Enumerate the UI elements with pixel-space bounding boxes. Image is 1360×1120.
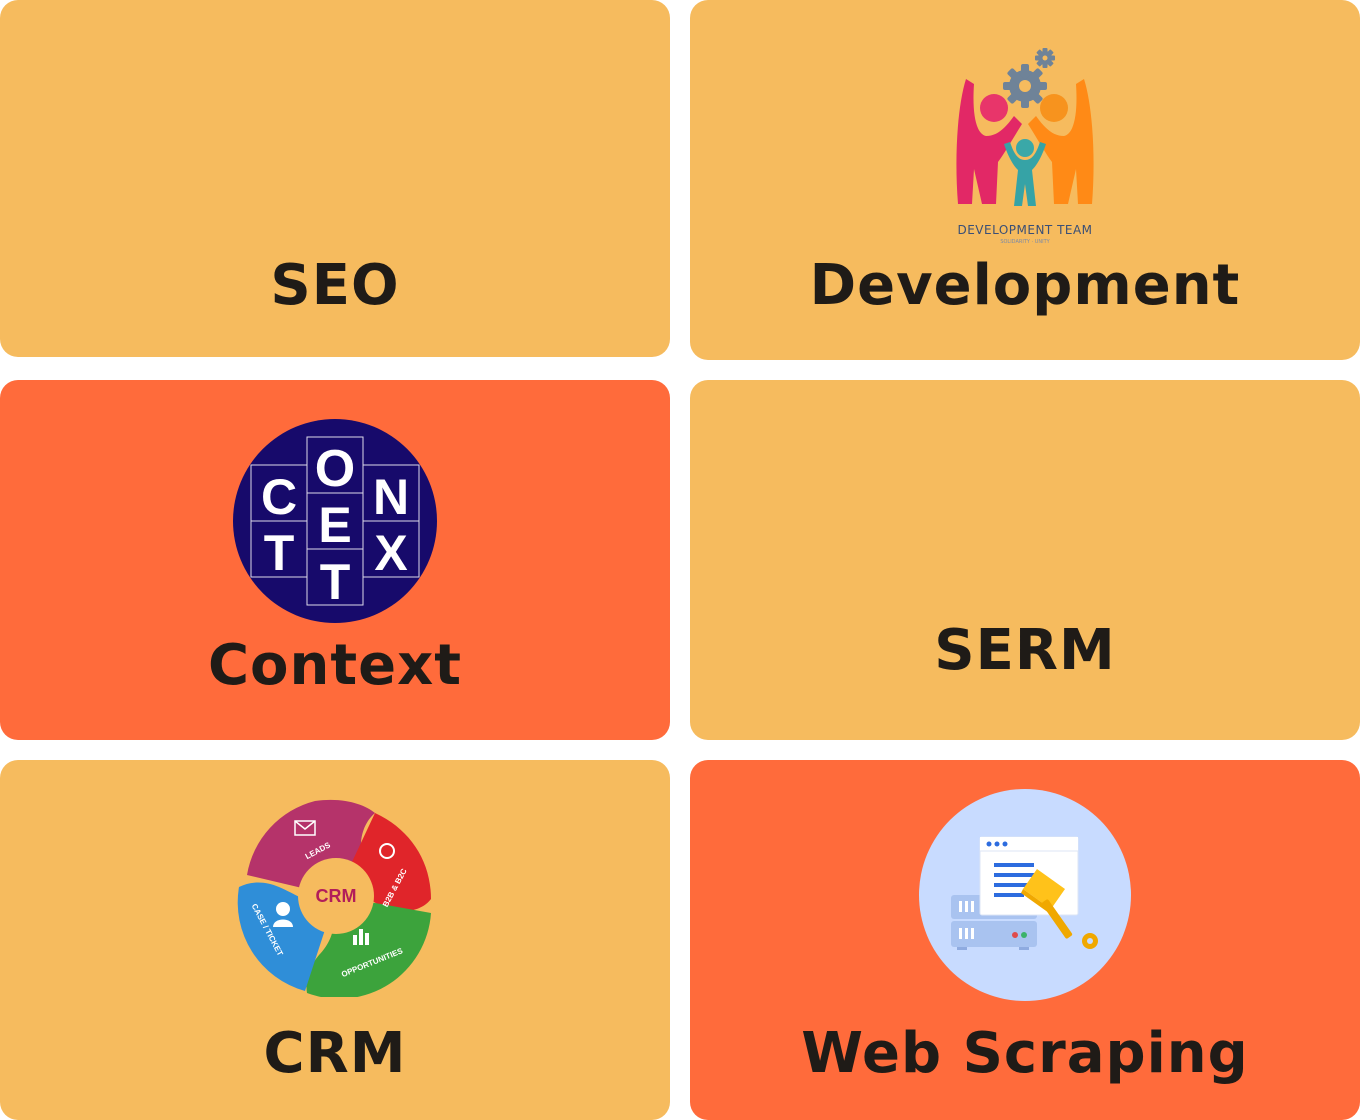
- service-card-development[interactable]: DEVELOPMENT TEAM SOLIDARITY · UNITY Deve…: [690, 0, 1360, 360]
- development-team-icon: DEVELOPMENT TEAM SOLIDARITY · UNITY: [952, 44, 1098, 249]
- context-letter-t1: T: [264, 525, 295, 581]
- card-title-development: Development: [809, 253, 1241, 318]
- web-scraping-icon: [919, 789, 1131, 1001]
- context-letter-x: X: [374, 525, 407, 581]
- card-title-serm: SERM: [934, 618, 1116, 683]
- card-title-seo: SEO: [270, 253, 400, 318]
- context-letter-e: E: [318, 497, 351, 553]
- service-card-seo[interactable]: SEO: [0, 0, 670, 357]
- crm-logo-center: CRM: [316, 886, 357, 906]
- card-title-web-scraping: Web Scraping: [801, 1021, 1249, 1086]
- crm-cycle-icon: CRM LEADS B2B & B2C OPPORTUNITIES CASE /…: [235, 795, 437, 997]
- context-letter-t2: T: [320, 554, 351, 610]
- card-title-crm: CRM: [263, 1021, 407, 1086]
- service-card-context[interactable]: C O N T E X T Context: [0, 380, 670, 740]
- development-logo-caption: DEVELOPMENT TEAM: [957, 223, 1092, 237]
- service-card-crm[interactable]: CRM LEADS B2B & B2C OPPORTUNITIES CASE /…: [0, 760, 670, 1120]
- context-letter-o: O: [315, 440, 355, 498]
- service-card-web-scraping[interactable]: Web Scraping: [690, 760, 1360, 1120]
- context-logo-icon: C O N T E X T: [233, 419, 437, 623]
- context-letter-n: N: [373, 469, 409, 525]
- context-letter-c: C: [261, 469, 297, 525]
- card-title-context: Context: [207, 633, 463, 698]
- development-logo-subcaption: SOLIDARITY · UNITY: [1000, 239, 1050, 245]
- service-card-serm[interactable]: SERM: [690, 380, 1360, 740]
